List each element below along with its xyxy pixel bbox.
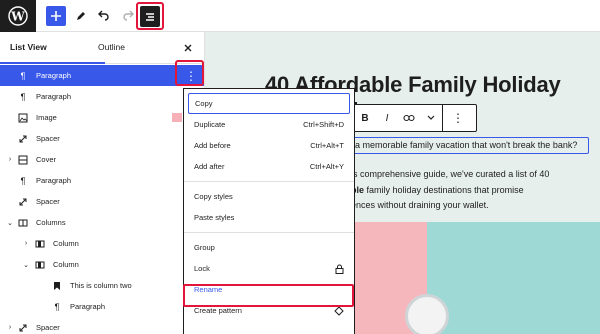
menu-group-styles: Copy styles Paste styles [184,182,354,233]
column-icon [35,260,45,270]
menu-item-label: Add after [194,162,225,171]
menu-item-paste-styles[interactable]: Paste styles [184,207,354,228]
menu-item-label: Paste styles [194,213,235,222]
list-item-spacer[interactable]: › Spacer [0,317,204,334]
menu-item-add-after[interactable]: Add after Ctrl+Alt+Y [184,156,354,177]
svg-text:W: W [10,10,25,24]
list-item-label: Column [53,239,79,248]
highlight-rename [183,284,354,307]
spacer-icon [18,323,28,333]
highlight-options-button [175,60,204,86]
list-item-cover[interactable]: › Cover [0,149,204,170]
menu-item-label: Copy styles [194,192,233,201]
list-item-label: Spacer [36,134,60,143]
menu-item-copy-styles[interactable]: Copy styles [184,186,354,207]
body-paragraph[interactable]: is comprehensive guide, we've curated a … [351,167,591,214]
pilcrow-icon: ¶ [54,301,60,312]
menu-item-label: Group [194,243,215,252]
body-line: ble family holiday destinations that pro… [351,183,591,199]
italic-button[interactable]: I [376,105,398,131]
tab-outline[interactable]: Outline [98,32,125,64]
menu-item-label: Copy [195,99,213,108]
wordpress-logo-icon[interactable]: W [0,0,36,32]
menu-shortcut: Ctrl+Alt+Y [309,162,344,171]
chevron-down-icon[interactable]: ⌄ [22,261,30,269]
list-item-label: Paragraph [36,92,72,101]
block-tree: ¶ Paragraph ⋮ ¶ Paragraph Image Spacer › [0,65,204,334]
alarm-clock-image [405,294,449,334]
menu-item-group[interactable]: Group [184,237,354,258]
list-item-paragraph[interactable]: ¶ Paragraph [0,296,204,317]
pilcrow-icon: ¶ [20,91,26,102]
menu-group-edit: Copy Duplicate Ctrl+Shift+D Add before C… [184,89,354,182]
undo-button[interactable] [94,6,114,26]
menu-item-label: Lock [194,264,210,273]
list-item-heading[interactable]: This is column two [0,275,204,296]
menu-shortcut: Ctrl+Shift+D [303,120,344,129]
menu-group-block: Group Lock Rename Create pattern [184,233,354,325]
close-icon[interactable] [182,41,194,53]
image-icon [18,113,28,123]
body-line-rest: family holiday destinations that promise [364,184,524,195]
list-item-label: Paragraph [36,176,72,185]
spacer-icon [18,197,28,207]
list-item-spacer[interactable]: Spacer [0,191,204,212]
add-block-button[interactable] [46,6,66,26]
chevron-down-icon[interactable]: ⌄ [6,219,14,227]
list-item-column[interactable]: › Column [0,233,204,254]
list-item-image[interactable]: Image [0,107,204,128]
list-item-label: Image [36,113,57,122]
menu-shortcut: Ctrl+Alt+T [310,141,344,150]
lock-icon [334,264,344,274]
cover-icon [18,155,28,165]
bookmark-icon [52,281,62,291]
redo-button[interactable] [118,6,138,26]
pilcrow-icon: ¶ [20,70,26,81]
block-toolbar: B I ⋮ [353,104,477,132]
more-options-icon[interactable]: ⋮ [443,105,473,131]
chevron-right-icon[interactable]: › [22,240,30,248]
edit-tools-button[interactable] [71,6,91,26]
list-item-label: Paragraph [70,302,106,311]
pattern-icon [334,305,344,316]
list-item-spacer[interactable]: Spacer [0,128,204,149]
image-thumbnail [172,113,182,122]
pilcrow-icon: ¶ [20,175,26,186]
body-line: ences without draining your wallet. [351,200,489,210]
menu-item-label: Add before [194,141,231,150]
chevron-down-icon[interactable] [420,105,442,131]
menu-item-duplicate[interactable]: Duplicate Ctrl+Shift+D [184,114,354,135]
list-item-columns[interactable]: ⌄ Columns [0,212,204,233]
list-item-label: Paragraph [36,71,72,80]
chevron-right-icon[interactable]: › [6,324,14,332]
sidebar-tabs: List View Outline [0,32,204,64]
columns-icon [18,218,28,228]
spacer-icon [18,134,28,144]
menu-item-label: Create pattern [194,306,242,315]
selected-paragraph-text[interactable]: a memorable family vacation that won't b… [355,140,577,150]
cover-teal-panel [427,222,600,334]
highlight-list-view [136,2,164,30]
menu-item-copy[interactable]: Copy [188,93,350,114]
menu-item-lock[interactable]: Lock [184,258,354,279]
body-line: is comprehensive guide, we've curated a … [351,169,550,179]
editor-toolbar: W [0,0,600,32]
menu-item-add-before[interactable]: Add before Ctrl+Alt+T [184,135,354,156]
link-icon[interactable] [398,105,420,131]
list-item-paragraph[interactable]: ¶ Paragraph [0,170,204,191]
list-item-label: Cover [36,155,57,164]
bold-button[interactable]: B [354,105,376,131]
chevron-right-icon[interactable]: › [6,156,14,164]
list-item-paragraph[interactable]: ¶ Paragraph [0,86,204,107]
list-item-label: Spacer [36,197,60,206]
list-item-label: This is column two [70,281,132,290]
list-item-label: Column [53,260,79,269]
active-tab-indicator [0,62,105,64]
list-item-column[interactable]: ⌄ Column [0,254,204,275]
list-item-label: Columns [36,218,66,227]
menu-item-label: Duplicate [194,120,226,129]
column-icon [35,239,45,249]
list-item-label: Spacer [36,323,60,332]
tab-list-view[interactable]: List View [10,32,47,64]
